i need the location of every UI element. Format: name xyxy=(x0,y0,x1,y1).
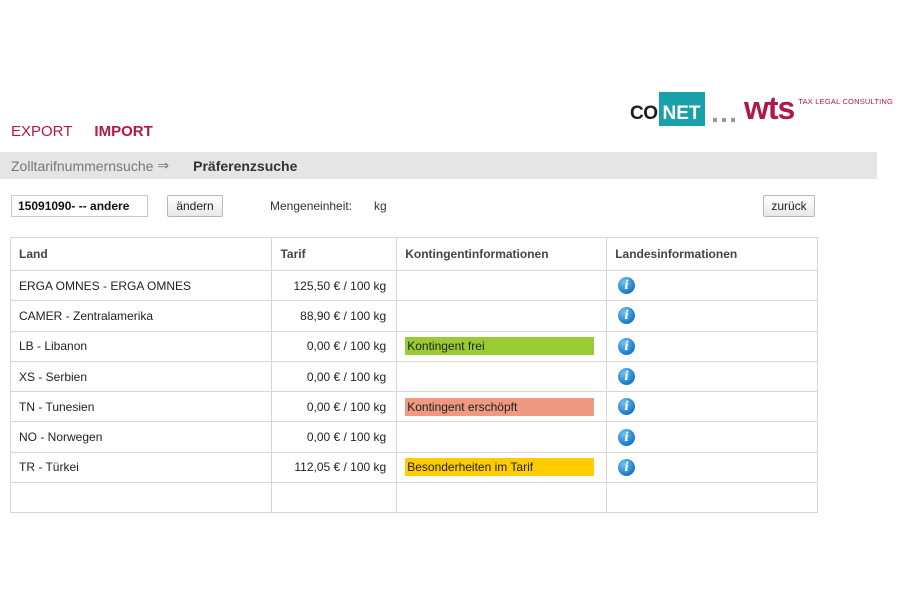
change-button[interactable]: ändern xyxy=(167,195,223,217)
back-button[interactable]: zurück xyxy=(763,195,815,217)
cell-land: LB - Libanon xyxy=(9,330,273,362)
unit-value: kg xyxy=(374,199,387,213)
cell-empty xyxy=(271,482,398,514)
cell-tarif: 0,00 € / 100 kg xyxy=(271,391,398,423)
header-landesinfo: Landesinformationen xyxy=(606,237,818,271)
cell-kontingent xyxy=(396,300,608,332)
header-kontingent: Kontingentinformationen xyxy=(396,237,608,271)
cell-landesinfo: i xyxy=(606,269,818,302)
breadcrumb-arrow-icon: ⇒ xyxy=(157,157,170,173)
cell-empty xyxy=(396,482,608,514)
table-row: LB - Libanon 0,00 € / 100 kg Kontingent fr… xyxy=(9,330,818,362)
breadcrumb: Zolltarifnummernsuche ⇒ Präferenzsuche xyxy=(0,152,877,179)
tarif-number-input[interactable] xyxy=(11,195,148,217)
cell-land: TR - Türkei xyxy=(9,451,273,484)
kontingent-badge: Besonderheiten im Tarif xyxy=(405,458,595,477)
info-icon[interactable]: i xyxy=(618,307,636,325)
conet-logo-dots xyxy=(712,118,735,122)
header-land: Land xyxy=(9,237,273,271)
conet-logo-net: NET xyxy=(658,92,705,126)
conet-logo-co: CO xyxy=(630,103,658,124)
cell-kontingent xyxy=(396,269,608,302)
cell-landesinfo: i xyxy=(606,451,818,484)
cell-land: CAMER - Zentralamerika xyxy=(9,300,273,332)
table-row: ERGA OMNES - ERGA OMNES 125,50 € / 100 kg… xyxy=(9,269,818,302)
cell-kontingent xyxy=(396,421,608,453)
table-row: XS - Serbien 0,00 € / 100 kg i xyxy=(9,360,818,393)
cell-landesinfo: i xyxy=(606,421,818,453)
unit-label: Mengeneinheit: xyxy=(270,199,353,213)
cell-land: XS - Serbien xyxy=(9,360,273,393)
conet-logo: CO NET xyxy=(630,92,735,126)
nav-import[interactable]: IMPORT xyxy=(94,123,152,140)
info-icon[interactable]: i xyxy=(618,368,636,386)
info-icon[interactable]: i xyxy=(618,458,636,476)
cell-land: NO - Norwegen xyxy=(9,421,273,453)
breadcrumb-current: Präferenzsuche xyxy=(193,157,298,174)
cell-tarif: 0,00 € / 100 kg xyxy=(271,360,398,393)
info-icon[interactable]: i xyxy=(618,398,636,416)
cell-kontingent: Kontingent frei xyxy=(396,330,608,362)
breadcrumb-zolltarifnummernsuche[interactable]: Zolltarifnummernsuche xyxy=(11,158,153,174)
cell-kontingent: Besonderheiten im Tarif xyxy=(396,451,608,484)
cell-landesinfo: i xyxy=(606,391,818,423)
table-header-row: Land Tarif Kontingentinformationen Lande… xyxy=(9,237,818,271)
cell-tarif: 0,00 € / 100 kg xyxy=(271,330,398,362)
top-nav: EXPORT IMPORT xyxy=(11,123,153,140)
info-icon[interactable]: i xyxy=(618,428,636,446)
info-icon[interactable]: i xyxy=(618,277,636,295)
table-row: CAMER - Zentralamerika 88,90 € / 100 kg i xyxy=(9,300,818,332)
cell-kontingent: Kontingent erschöpft xyxy=(396,391,608,423)
cell-empty xyxy=(9,482,273,514)
cell-land: ERGA OMNES - ERGA OMNES xyxy=(9,269,273,302)
cell-landesinfo: i xyxy=(606,300,818,332)
header-tarif: Tarif xyxy=(271,237,398,271)
cell-landesinfo: i xyxy=(606,330,818,362)
cell-kontingent xyxy=(396,360,608,393)
wts-logo-mark: wts xyxy=(744,90,795,126)
cell-tarif: 125,50 € / 100 kg xyxy=(271,269,398,302)
cell-landesinfo: i xyxy=(606,360,818,393)
nav-export[interactable]: EXPORT xyxy=(11,123,72,140)
preference-table: Land Tarif Kontingentinformationen Lande… xyxy=(9,237,818,514)
cell-land: TN - Tunesien xyxy=(9,391,273,423)
table-row-empty xyxy=(9,482,818,514)
wts-logo: wts TAX LEGAL CONSULTING xyxy=(744,92,893,124)
controls-row: ändern Mengeneinheit: kg zurück xyxy=(11,195,816,217)
cell-tarif: 112,05 € / 100 kg xyxy=(271,451,398,484)
table-row: TR - Türkei 112,05 € / 100 kg Besonderheit… xyxy=(9,451,818,484)
table-body: ERGA OMNES - ERGA OMNES 125,50 € / 100 kg… xyxy=(9,269,818,514)
table-row: TN - Tunesien 0,00 € / 100 kg Kontingent e… xyxy=(9,391,818,423)
info-icon[interactable]: i xyxy=(618,337,636,355)
wts-logo-tagline: TAX LEGAL CONSULTING xyxy=(798,97,894,106)
cell-empty xyxy=(606,482,818,514)
kontingent-badge: Kontingent erschöpft xyxy=(405,397,595,416)
table-row: NO - Norwegen 0,00 € / 100 kg i xyxy=(9,421,818,453)
cell-tarif: 0,00 € / 100 kg xyxy=(271,421,398,453)
cell-tarif: 88,90 € / 100 kg xyxy=(271,300,398,332)
kontingent-badge: Kontingent frei xyxy=(405,337,595,356)
